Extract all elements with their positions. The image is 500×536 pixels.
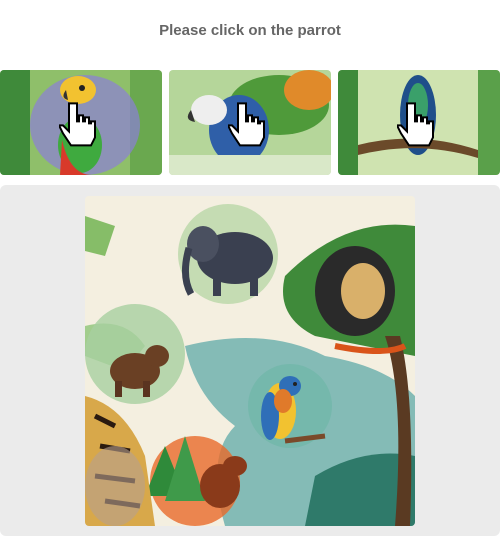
parrot-hotspot[interactable] [240,361,330,451]
hand-pointer-icon [59,101,96,146]
thumbnail-bird-branch[interactable] [338,70,500,175]
hand-pointer-icon [397,101,434,146]
captcha-prompt: Please click on the parrot [159,22,341,39]
challenge-image[interactable] [85,196,415,526]
thumbnail-parrot[interactable] [0,70,162,175]
jungle-scene-image [85,196,415,526]
hand-pointer-icon [228,101,265,146]
thumbnail-bird-leaves[interactable] [169,70,331,175]
